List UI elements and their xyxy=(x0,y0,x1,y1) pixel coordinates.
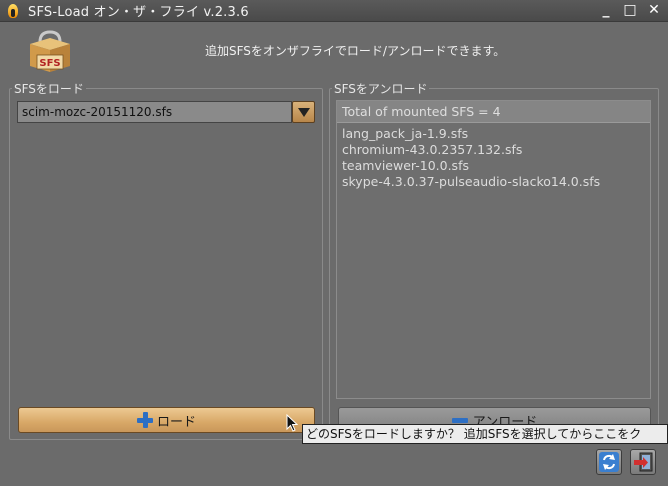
header-message: 追加SFSをオンザフライでロード/アンロードできます。 xyxy=(205,44,506,58)
header: SFS 追加SFSをオンザフライでロード/アンロードできます。 xyxy=(0,22,668,78)
sfs-package-icon: SFS xyxy=(30,30,70,72)
mounted-sfs-list[interactable]: Total of mounted SFS = 4 lang_pack_ja-1.… xyxy=(336,100,651,399)
load-frame-legend: SFSをロード xyxy=(14,82,84,96)
list-item[interactable]: skype-4.3.0.37-pulseaudio-slacko14.0.sfs xyxy=(337,174,650,190)
svg-text:SFS: SFS xyxy=(39,58,60,69)
load-button-label: ロード xyxy=(156,414,196,430)
list-header[interactable]: Total of mounted SFS = 4 xyxy=(337,101,650,123)
unload-frame-legend: SFSをアンロード xyxy=(334,82,428,96)
window-title: SFS-Load オン・ザ・フライ v.2.3.6 xyxy=(28,5,249,20)
list-item[interactable]: chromium-43.0.2357.132.sfs xyxy=(337,142,650,158)
minus-icon xyxy=(451,417,468,423)
list-item[interactable]: lang_pack_ja-1.9.sfs xyxy=(337,126,650,142)
refresh-button[interactable] xyxy=(596,449,622,475)
minimize-button[interactable]: _ xyxy=(598,2,614,18)
title-bar[interactable]: SFS-Load オン・ザ・フライ v.2.3.6 _ □ ✕ xyxy=(0,0,668,22)
sfs-file-combo[interactable]: scim-mozc-20151120.sfs xyxy=(17,101,292,123)
plus-icon xyxy=(136,412,153,428)
load-tooltip: どのSFSをロードしますか？ 追加SFSを選択してからここをク xyxy=(302,424,668,444)
mouse-cursor-icon xyxy=(286,414,298,432)
close-button[interactable]: ✕ xyxy=(646,2,662,18)
dropdown-arrow-icon[interactable] xyxy=(292,101,315,123)
refresh-icon xyxy=(599,452,619,472)
maximize-button[interactable]: □ xyxy=(622,2,638,18)
exit-icon xyxy=(634,452,653,472)
flame-icon xyxy=(6,3,20,19)
list-item[interactable]: teamviewer-10.0.sfs xyxy=(337,158,650,174)
load-button[interactable]: ロード xyxy=(18,407,315,433)
load-frame: SFSをロード xyxy=(9,80,323,440)
exit-button[interactable] xyxy=(630,449,656,475)
